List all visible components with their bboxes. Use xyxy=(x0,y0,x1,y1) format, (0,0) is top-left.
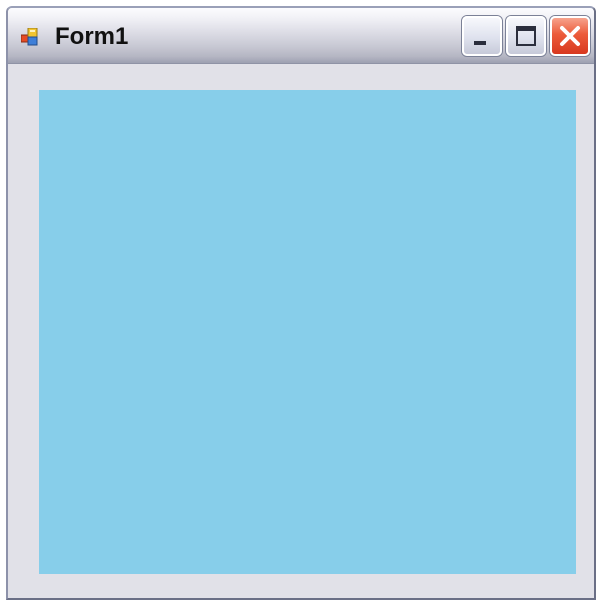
window-title: Form1 xyxy=(55,23,129,50)
form-window: Form1 xyxy=(6,6,596,600)
close-button[interactable] xyxy=(550,16,590,56)
close-icon xyxy=(552,18,588,54)
form-app-icon[interactable] xyxy=(20,27,41,48)
form-client-area xyxy=(8,64,594,598)
maximize-button[interactable] xyxy=(506,16,546,56)
title-bar[interactable]: Form1 xyxy=(8,8,594,64)
minimize-button[interactable] xyxy=(462,16,502,56)
blue-panel[interactable] xyxy=(39,90,576,574)
maximize-icon xyxy=(516,26,536,46)
minimize-icon xyxy=(474,41,486,45)
